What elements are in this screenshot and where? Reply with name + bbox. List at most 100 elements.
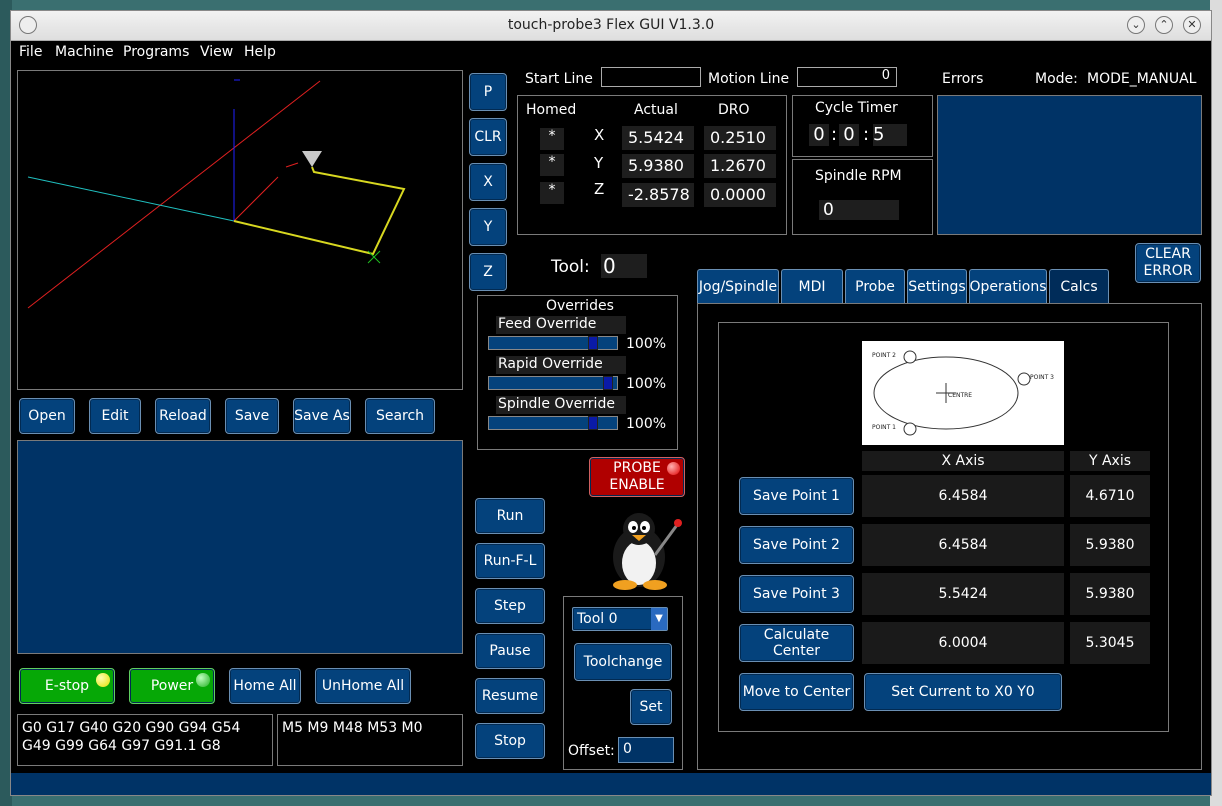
dro-y: 1.2670: [704, 154, 776, 178]
dro-panel: Homed Actual DRO * X 5.5424 0.2510 * Y 5…: [517, 95, 787, 235]
calculate-center-button[interactable]: Calculate Center: [739, 624, 854, 662]
mode-value: MODE_MANUAL: [1087, 71, 1197, 87]
menu-machine[interactable]: Machine: [55, 44, 114, 60]
save-button[interactable]: Save: [225, 398, 279, 434]
x-axis-line: [27, 80, 321, 309]
z-view-button[interactable]: Z: [469, 253, 507, 291]
tab-settings[interactable]: Settings: [907, 269, 967, 303]
spindle-override-thumb[interactable]: [588, 416, 598, 430]
menu-help[interactable]: Help: [244, 44, 276, 60]
resume-button[interactable]: Resume: [475, 678, 545, 714]
center-calc-frame: POINT 2 POINT 3 POINT 1 CENTRE X Axis Y …: [718, 322, 1169, 732]
overrides-title: Overrides: [546, 298, 614, 314]
stop-button[interactable]: Stop: [475, 723, 545, 759]
point1-y: 4.6710: [1070, 475, 1150, 517]
offset-input[interactable]: 0: [618, 737, 674, 763]
tux-penguin-icon: [599, 505, 685, 591]
save-point-3-button[interactable]: Save Point 3: [739, 575, 854, 613]
errors-label: Errors: [942, 71, 984, 87]
mode-label: Mode:: [1035, 71, 1078, 87]
homed-y: *: [540, 154, 564, 176]
axis-x-label: X: [594, 126, 605, 144]
rapid-override-label: Rapid Override: [496, 356, 626, 374]
rapid-override-slider[interactable]: [488, 376, 618, 390]
toolpath-line: [233, 166, 406, 256]
x-view-button[interactable]: X: [469, 163, 507, 201]
feed-override-value: 100%: [626, 336, 667, 352]
reload-button[interactable]: Reload: [155, 398, 211, 434]
edit-button[interactable]: Edit: [89, 398, 141, 434]
toolpath-plot[interactable]: [17, 70, 463, 390]
spindle-override-slider[interactable]: [488, 416, 618, 430]
point1-x: 6.4584: [862, 475, 1064, 517]
save-point-1-button[interactable]: Save Point 1: [739, 477, 854, 515]
tool-select[interactable]: Tool 0 ▼: [572, 607, 668, 631]
power-led-icon: [196, 673, 210, 687]
active-gcodes: G0 G17 G40 G20 G90 G94 G54 G49 G99 G64 G…: [17, 714, 273, 766]
search-button[interactable]: Search: [365, 398, 435, 434]
diagram-point1: POINT 1: [872, 424, 896, 431]
spindle-override-label: Spindle Override: [496, 396, 626, 414]
maximize-icon[interactable]: ⌃: [1155, 16, 1173, 34]
clear-error-button[interactable]: CLEAR ERROR: [1135, 243, 1201, 283]
homed-x: *: [540, 128, 564, 150]
estop-button[interactable]: E-stop: [19, 668, 115, 704]
save-point-2-button[interactable]: Save Point 2: [739, 526, 854, 564]
menu-bar: File Machine Programs View Help: [11, 41, 1211, 65]
spindle-rpm-panel: Spindle RPM 0: [792, 159, 933, 235]
y-view-button[interactable]: Y: [469, 208, 507, 246]
x-axis-header: X Axis: [862, 451, 1064, 471]
axis-y-label: Y: [594, 154, 604, 172]
clr-button[interactable]: CLR: [469, 118, 507, 156]
menu-file[interactable]: File: [19, 44, 42, 60]
toolchange-button[interactable]: Toolchange: [574, 643, 672, 681]
power-button[interactable]: Power: [129, 668, 215, 704]
tool-label: Tool:: [551, 257, 590, 277]
set-current-x0y0-button[interactable]: Set Current to X0 Y0: [864, 673, 1062, 711]
start-line-label: Start Line: [525, 71, 593, 87]
home-all-button[interactable]: Home All: [229, 668, 301, 704]
diagram-point3: POINT 3: [1030, 374, 1054, 381]
run-button[interactable]: Run: [475, 498, 545, 534]
overrides-panel: Overrides Feed Override 100% Rapid Overr…: [477, 295, 678, 450]
tab-jog-spindle[interactable]: Jog/Spindle: [697, 269, 779, 303]
tab-calcs[interactable]: Calcs: [1049, 269, 1109, 303]
rapid-override-thumb[interactable]: [603, 376, 613, 390]
point2-y: 5.9380: [1070, 524, 1150, 566]
title-bar[interactable]: touch-probe3 Flex GUI V1.3.0 ⌄ ⌃ ✕: [11, 11, 1211, 41]
errors-box: [937, 95, 1202, 235]
toolpath-plot-svg: [27, 79, 406, 309]
probe-enable-button[interactable]: PROBE ENABLE: [589, 457, 685, 497]
run-from-line-button[interactable]: Run-F-L: [475, 543, 545, 579]
move-to-center-button[interactable]: Move to Center: [739, 673, 854, 711]
tool-cone-icon: [302, 151, 322, 167]
feed-override-slider[interactable]: [488, 336, 618, 350]
open-button[interactable]: Open: [19, 398, 75, 434]
tab-mdi[interactable]: MDI: [781, 269, 843, 303]
cycle-timer-panel: Cycle Timer 0 : 0 : 5: [792, 95, 933, 157]
save-as-button[interactable]: Save As: [293, 398, 351, 434]
probe-points-diagram: POINT 2 POINT 3 POINT 1 CENTRE: [862, 341, 1064, 445]
menu-programs[interactable]: Programs: [123, 44, 189, 60]
p-button[interactable]: P: [469, 73, 507, 111]
dro-z: 0.0000: [704, 183, 776, 207]
motion-line-value: 0: [797, 67, 897, 87]
menu-view[interactable]: View: [200, 44, 233, 60]
tab-probe[interactable]: Probe: [845, 269, 905, 303]
timer-minutes: 0: [839, 124, 859, 146]
feed-override-thumb[interactable]: [588, 336, 598, 350]
spindle-rpm-label: Spindle RPM: [815, 168, 902, 184]
close-icon[interactable]: ✕: [1183, 16, 1201, 34]
status-bar: [11, 773, 1211, 795]
point3-x: 5.5424: [862, 573, 1064, 615]
start-line-input[interactable]: [601, 67, 701, 87]
gcode-viewer[interactable]: [17, 440, 463, 654]
axis-z-label: Z: [594, 180, 605, 198]
minimize-icon[interactable]: ⌄: [1127, 16, 1145, 34]
set-offset-button[interactable]: Set: [630, 689, 672, 725]
step-button[interactable]: Step: [475, 588, 545, 624]
pause-button[interactable]: Pause: [475, 633, 545, 669]
unhome-all-button[interactable]: UnHome All: [315, 668, 411, 704]
tool-value: 0: [601, 254, 647, 278]
tab-operations[interactable]: Operations: [969, 269, 1047, 303]
